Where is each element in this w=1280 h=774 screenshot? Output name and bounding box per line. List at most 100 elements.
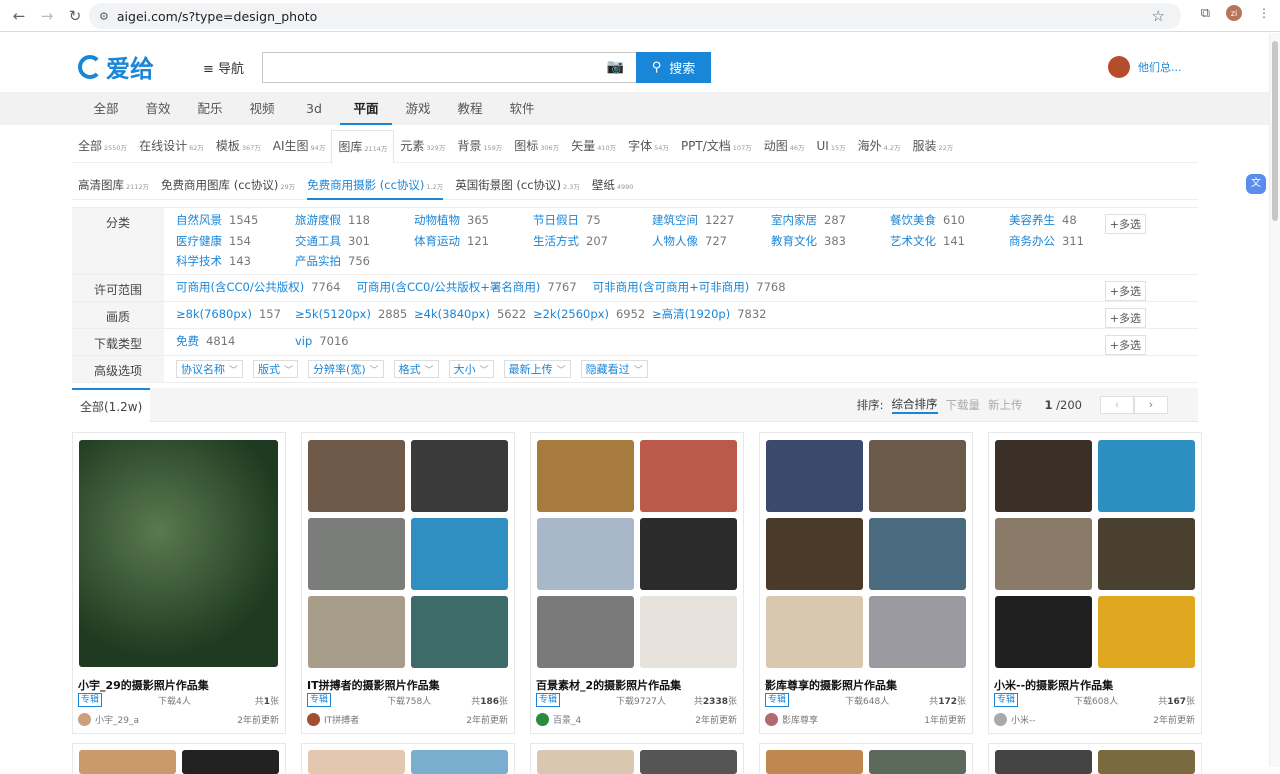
subcategory-tab[interactable]: 模板 367万 <box>210 130 267 162</box>
subcategory-tab[interactable]: 图库 2114万 <box>331 130 395 164</box>
subcategory-tab[interactable]: 图标 306万 <box>508 130 565 162</box>
album-thumbnail-image[interactable] <box>308 518 405 590</box>
album-thumbnail-image[interactable] <box>995 440 1092 512</box>
author-name[interactable]: 百景_4 <box>553 713 581 726</box>
filter-option-label[interactable]: 餐饮美食 <box>890 213 936 227</box>
filter-option[interactable]: 艺术文化 141 <box>890 234 1009 250</box>
album-thumbnail-image[interactable] <box>869 596 966 668</box>
album-thumbnail-image[interactable] <box>411 518 508 590</box>
filter-option[interactable]: 商务办公 311 <box>1009 234 1128 250</box>
album-title[interactable]: 小米--的摄影照片作品集 <box>994 677 1113 693</box>
album-thumbnails[interactable] <box>995 440 1195 668</box>
album-thumbnail-image[interactable] <box>995 596 1092 668</box>
filter-option[interactable]: 人物人像 727 <box>652 234 771 250</box>
multi-select-button[interactable]: +多选 <box>1104 214 1146 234</box>
filter-option[interactable]: 可商用(含CC0/公共版权+署名商用) 7767 <box>357 280 577 297</box>
subcategory-tab[interactable]: 动图 46万 <box>758 130 811 162</box>
subcategory-tab[interactable]: 矢量 410万 <box>565 130 622 162</box>
filter-option-label[interactable]: 体育运动 <box>414 234 460 248</box>
translate-icon[interactable]: 文 <box>1246 174 1266 194</box>
filter-option-label[interactable]: 动物植物 <box>414 213 460 227</box>
bookmark-star-icon[interactable]: ☆ <box>1152 7 1165 25</box>
album-thumbnail-image[interactable] <box>869 518 966 590</box>
filter-option[interactable]: 自然风景 1545 <box>176 213 295 229</box>
filter-option-label[interactable]: 美容养生 <box>1009 213 1055 227</box>
filter-option[interactable]: 节日假日 75 <box>533 213 652 229</box>
album-title[interactable]: 百景素材_2的摄影照片作品集 <box>536 677 681 693</box>
prev-page-button[interactable]: ‹ <box>1100 396 1134 414</box>
filter-dropdown[interactable]: 最新上传 ﹀ <box>503 360 571 378</box>
library-tab[interactable]: 英国街景图 (cc协议) 2.3万 <box>449 172 586 199</box>
album-card[interactable] <box>988 743 1202 774</box>
filter-option-label[interactable]: 节日假日 <box>533 213 579 227</box>
author-avatar[interactable] <box>765 712 778 726</box>
album-thumbnail-image[interactable] <box>537 440 634 512</box>
filter-option-label[interactable]: 自然风景 <box>176 213 222 227</box>
filter-option-label[interactable]: 商务办公 <box>1009 234 1055 248</box>
filter-option[interactable]: ≥4k(3840px) 5622 <box>414 307 533 324</box>
album-thumbnails[interactable] <box>79 440 279 668</box>
filter-dropdown[interactable]: 分辨率(宽) ﹀ <box>308 360 384 378</box>
multi-select-button[interactable]: +多选 <box>1104 281 1146 301</box>
library-tab[interactable]: 高清图库 2112万 <box>72 172 155 199</box>
filter-option-label[interactable]: 室内家居 <box>771 213 817 227</box>
filter-option-label[interactable]: 医疗健康 <box>176 234 222 248</box>
filter-option-label[interactable]: ≥高清(1920p) <box>652 307 730 321</box>
author-name[interactable]: 小米-- <box>1011 713 1036 726</box>
filter-option-label[interactable]: 可商用(含CC0/公共版权+署名商用) <box>357 280 541 294</box>
category-tab[interactable]: 游戏 <box>392 92 444 125</box>
tab-all-results[interactable]: 全部(1.2w) <box>72 388 151 422</box>
album-thumbnail-image[interactable] <box>640 596 737 668</box>
album-thumbnail-image[interactable] <box>640 440 737 512</box>
album-card[interactable]: 百景素材_2的摄影照片作品集 专辑 下载9727人 共2338张 百景_4 2年前更新 <box>530 432 744 734</box>
album-thumbnail-image[interactable] <box>308 596 405 668</box>
album-card[interactable] <box>72 743 286 774</box>
filter-option[interactable]: 建筑空间 1227 <box>652 213 771 229</box>
author-name[interactable]: IT拼搏者 <box>324 713 359 726</box>
filter-option[interactable]: 科学技术 143 <box>176 254 295 270</box>
subcategory-tab[interactable]: 在线设计 62万 <box>133 130 210 162</box>
filter-option-label[interactable]: 生活方式 <box>533 234 579 248</box>
filter-option[interactable]: 教育文化 383 <box>771 234 890 250</box>
multi-select-button[interactable]: +多选 <box>1104 335 1146 355</box>
extensions-icon[interactable]: ⧉ <box>1201 6 1210 21</box>
filter-option[interactable]: 产品实拍 756 <box>295 254 414 270</box>
album-thumbnail-image[interactable] <box>411 440 508 512</box>
filter-option[interactable]: 可非商用(含可商用+可非商用) 7768 <box>593 280 786 297</box>
subcategory-tab[interactable]: 海外 4.2万 <box>852 130 907 162</box>
subcategory-tab[interactable]: 服装 22万 <box>906 130 959 162</box>
filter-option[interactable]: ≥5k(5120px) 2885 <box>295 307 414 324</box>
filter-option[interactable]: 室内家居 287 <box>771 213 890 229</box>
browser-menu-icon[interactable]: ⋮ <box>1258 6 1270 20</box>
album-thumbnail-image[interactable] <box>537 518 634 590</box>
filter-option[interactable]: 动物植物 365 <box>414 213 533 229</box>
filter-option-label[interactable]: ≥2k(2560px) <box>533 307 609 321</box>
album-title[interactable]: 影库尊享的摄影照片作品集 <box>765 677 897 693</box>
filter-option-label[interactable]: 科学技术 <box>176 254 222 268</box>
category-tab[interactable]: 3d <box>288 92 340 125</box>
filter-option-label[interactable]: ≥8k(7680px) <box>176 307 252 321</box>
album-card[interactable]: IT拼搏者的摄影照片作品集 专辑 下载758人 共186张 IT拼搏者 2年前更新 <box>301 432 515 734</box>
album-thumbnail-image[interactable] <box>1098 596 1195 668</box>
album-thumbnail-image[interactable] <box>640 518 737 590</box>
album-card[interactable] <box>530 743 744 774</box>
filter-option-label[interactable]: 艺术文化 <box>890 234 936 248</box>
album-cover-image[interactable] <box>79 440 278 667</box>
filter-option[interactable]: 旅游度假 118 <box>295 213 414 229</box>
library-tab[interactable]: 壁纸 4990 <box>586 172 640 199</box>
album-thumbnails[interactable] <box>308 440 508 668</box>
filter-option[interactable]: ≥2k(2560px) 6952 <box>533 307 652 324</box>
library-tab[interactable]: 免费商用摄影 (cc协议) 1.2万 <box>301 172 449 200</box>
back-icon[interactable]: ← <box>8 5 30 27</box>
page-scrollbar[interactable] <box>1269 33 1280 767</box>
album-thumbnail-image[interactable] <box>766 596 863 668</box>
filter-option[interactable]: 餐饮美食 610 <box>890 213 1009 229</box>
filter-option-label[interactable]: 可商用(含CC0/公共版权) <box>176 280 304 294</box>
search-button[interactable]: ⚲ 搜索 <box>636 52 711 83</box>
author-avatar[interactable] <box>536 712 549 726</box>
subcategory-tab[interactable]: PPT/文档 107万 <box>675 130 758 162</box>
filter-option-label[interactable]: 可非商用(含可商用+可非商用) <box>593 280 750 294</box>
category-tab[interactable]: 教程 <box>444 92 496 125</box>
filter-dropdown[interactable]: 大小 ﹀ <box>448 360 494 378</box>
sort-newest[interactable]: 新上传 <box>988 397 1023 413</box>
